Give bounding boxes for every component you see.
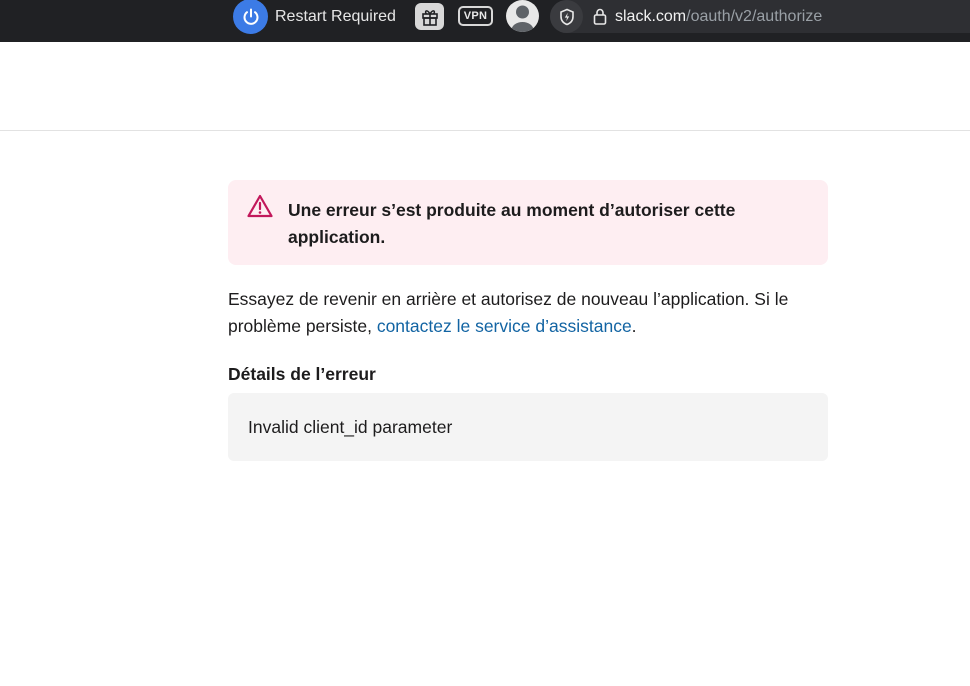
warning-icon [247, 194, 273, 223]
error-details-message: Invalid client_id parameter [248, 416, 453, 437]
help-text: Essayez de revenir en arrière et autoris… [228, 286, 828, 340]
error-details-box: Invalid client_id parameter [228, 393, 828, 461]
power-icon [233, 0, 268, 34]
gift-icon[interactable] [415, 3, 444, 30]
url-text: slack.com/oauth/v2/authorize [615, 8, 822, 26]
error-alert: Une erreur s’est produite au moment d’au… [228, 180, 828, 265]
error-details-heading: Détails de l’erreur [228, 364, 376, 384]
help-text-after: . [631, 316, 637, 336]
browser-toolbar: Restart Required VPN slack.com/oauth/v2/… [0, 0, 970, 42]
contact-support-link[interactable]: contactez le service d’assistance [377, 316, 632, 336]
lock-icon [593, 8, 607, 25]
address-bar[interactable]: slack.com/oauth/v2/authorize [550, 0, 970, 33]
restart-required-button[interactable]: Restart Required [233, 0, 396, 34]
url-path: /oauth/v2/authorize [686, 7, 823, 25]
shield-icon[interactable] [550, 0, 583, 33]
url-host: slack.com [615, 7, 687, 25]
header-divider [0, 130, 970, 131]
restart-required-label: Restart Required [275, 7, 396, 25]
vpn-badge[interactable]: VPN [458, 6, 493, 26]
avatar-icon[interactable] [506, 0, 539, 32]
alert-message: Une erreur s’est produite au moment d’au… [288, 200, 736, 247]
main-content: Une erreur s’est produite au moment d’au… [228, 180, 828, 461]
